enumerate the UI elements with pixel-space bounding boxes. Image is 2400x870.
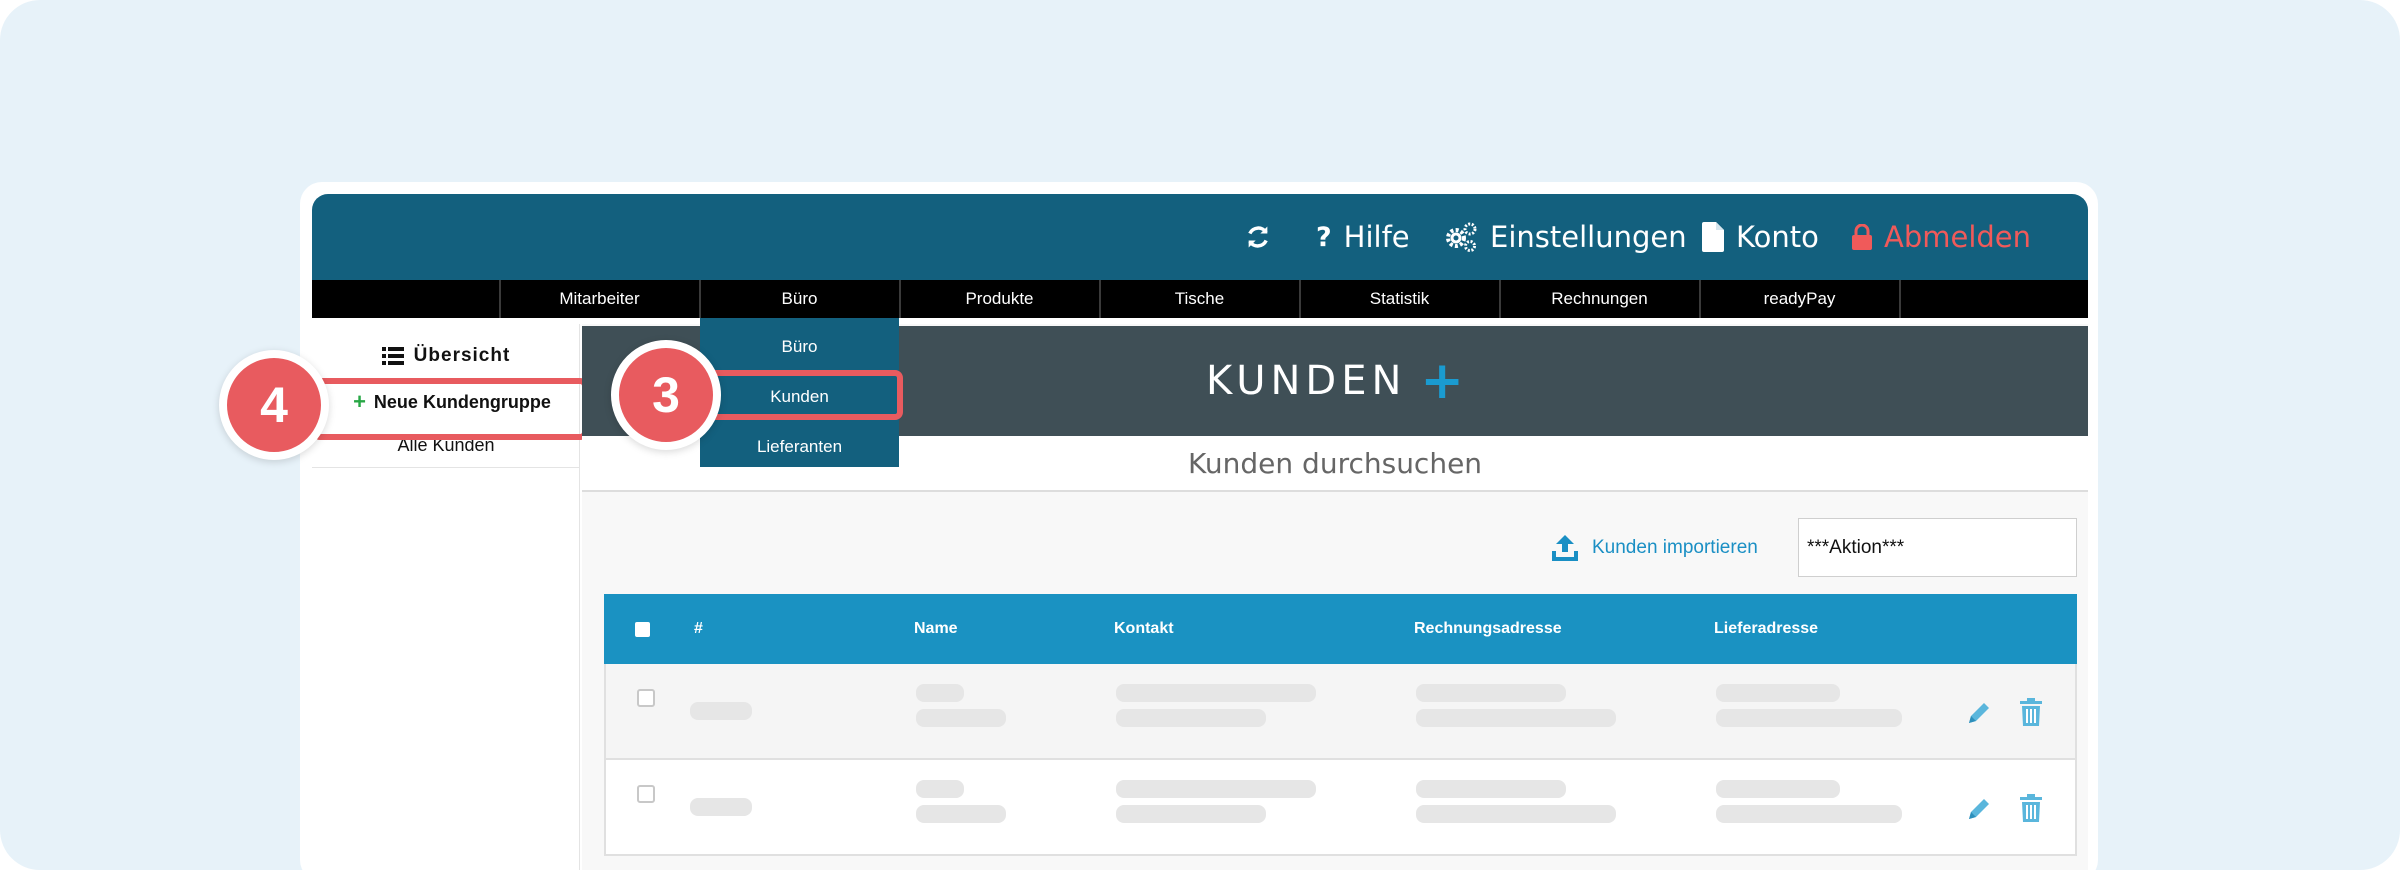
placeholder-bar bbox=[1116, 805, 1266, 823]
trash-icon[interactable] bbox=[2020, 794, 2042, 822]
placeholder-bar bbox=[1716, 780, 1840, 798]
dropdown-item-lieferanten[interactable]: Lieferanten bbox=[700, 422, 899, 472]
column-header-delivery-address[interactable]: Lieferadresse bbox=[1714, 594, 1818, 664]
sidebar-overview-label: Übersicht bbox=[413, 345, 511, 366]
placeholder-bar bbox=[916, 684, 964, 702]
import-label: Kunden importieren bbox=[1592, 537, 1758, 558]
placeholder-bar bbox=[916, 709, 1006, 727]
placeholder-bar bbox=[1716, 684, 1840, 702]
column-header-name[interactable]: Name bbox=[914, 594, 958, 664]
upload-icon bbox=[1552, 535, 1578, 561]
refresh-button[interactable] bbox=[1244, 194, 1272, 280]
nav-divider bbox=[1899, 280, 1901, 318]
page-title-text: KUNDEN bbox=[1206, 358, 1407, 404]
dropdown-item-buero[interactable]: Büro bbox=[700, 322, 899, 372]
table-header: # Name Kontakt Rechnungsadresse Lieferad… bbox=[604, 594, 2077, 664]
row-checkbox[interactable] bbox=[637, 785, 655, 803]
logout-link[interactable]: Abmelden bbox=[1852, 194, 2031, 280]
placeholder-bar bbox=[690, 702, 752, 720]
nav-item-tische[interactable]: Tische bbox=[1099, 280, 1298, 318]
action-select[interactable]: ***Aktion*** bbox=[1798, 518, 2077, 577]
account-link[interactable]: Konto bbox=[1702, 194, 1819, 280]
top-bar: ? Hilfe Einstellungen Konto Abmelden bbox=[312, 194, 2088, 280]
placeholder-bar bbox=[1416, 709, 1616, 727]
highlight-new-group bbox=[312, 378, 588, 440]
settings-link[interactable]: Einstellungen bbox=[1444, 194, 1687, 280]
refresh-icon bbox=[1248, 226, 1268, 248]
placeholder-bar bbox=[1116, 780, 1316, 798]
help-label: Hilfe bbox=[1343, 220, 1410, 254]
column-header-contact[interactable]: Kontakt bbox=[1114, 594, 1174, 664]
lock-icon bbox=[1852, 224, 1872, 250]
sidebar-overview[interactable]: Übersicht bbox=[312, 336, 580, 376]
document-icon bbox=[1702, 222, 1724, 252]
placeholder-bar bbox=[1116, 684, 1316, 702]
import-customers-link[interactable]: Kunden importieren bbox=[1550, 528, 1758, 568]
edit-icon[interactable] bbox=[1966, 796, 1992, 822]
placeholder-bar bbox=[1716, 805, 1902, 823]
account-label: Konto bbox=[1736, 220, 1819, 254]
edit-icon[interactable] bbox=[1966, 700, 1992, 726]
step-marker-3: 3 bbox=[611, 340, 721, 450]
table-row[interactable] bbox=[604, 760, 2077, 856]
help-link[interactable]: ? Hilfe bbox=[1316, 194, 1410, 280]
column-header-billing-address[interactable]: Rechnungsadresse bbox=[1414, 594, 1562, 664]
placeholder-bar bbox=[690, 798, 752, 816]
placeholder-bar bbox=[916, 780, 964, 798]
settings-label: Einstellungen bbox=[1490, 220, 1687, 254]
trash-icon[interactable] bbox=[2020, 698, 2042, 726]
highlight-kunden bbox=[697, 370, 903, 420]
gears-icon bbox=[1446, 222, 1477, 252]
main-nav: Mitarbeiter Büro Produkte Tische Statist… bbox=[312, 280, 2088, 318]
placeholder-bar bbox=[1416, 780, 1566, 798]
logout-label: Abmelden bbox=[1884, 220, 2032, 254]
placeholder-bar bbox=[1416, 684, 1566, 702]
question-icon: ? bbox=[1316, 221, 1332, 253]
nav-item-mitarbeiter[interactable]: Mitarbeiter bbox=[499, 280, 698, 318]
placeholder-bar bbox=[1716, 709, 1902, 727]
step-marker-4: 4 bbox=[219, 350, 329, 460]
column-header-number[interactable]: # bbox=[694, 594, 703, 664]
placeholder-bar bbox=[1116, 709, 1266, 727]
placeholder-bar bbox=[916, 805, 1006, 823]
nav-item-statistik[interactable]: Statistik bbox=[1299, 280, 1498, 318]
nav-item-buero[interactable]: Büro bbox=[699, 280, 898, 318]
table-row[interactable] bbox=[604, 664, 2077, 760]
row-checkbox[interactable] bbox=[637, 689, 655, 707]
nav-item-rechnungen[interactable]: Rechnungen bbox=[1499, 280, 1698, 318]
select-all-checkbox[interactable] bbox=[635, 622, 650, 637]
list-icon bbox=[381, 347, 404, 365]
add-customer-icon[interactable]: + bbox=[1420, 351, 1464, 411]
placeholder-bar bbox=[1416, 805, 1616, 823]
nav-item-produkte[interactable]: Produkte bbox=[899, 280, 1098, 318]
nav-item-readypay[interactable]: readyPay bbox=[1699, 280, 1898, 318]
